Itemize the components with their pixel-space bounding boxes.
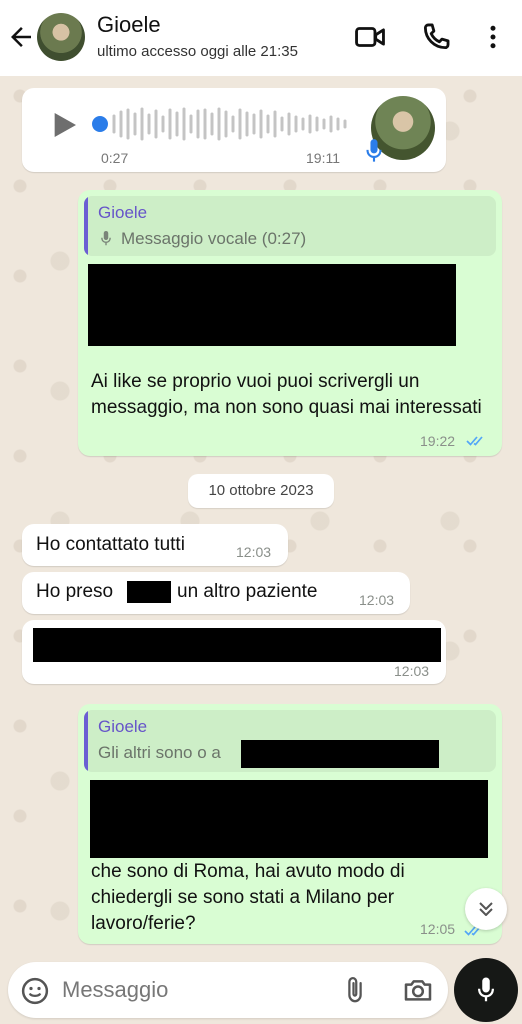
- attach-icon[interactable]: [340, 974, 370, 1006]
- date-separator: 10 ottobre 2023: [188, 474, 334, 508]
- mic-icon: [478, 977, 494, 1002]
- message-text: un altro paziente: [177, 581, 318, 602]
- double-chevron-down-icon: [479, 902, 493, 916]
- redacted-block: [127, 581, 171, 603]
- redacted-block: [88, 264, 456, 346]
- message-time: 12:03: [359, 592, 395, 608]
- contact-name[interactable]: Gioele: [97, 12, 161, 38]
- last-seen-status: ultimo accesso oggi alle 21:35: [97, 43, 298, 60]
- chat-header: Gioele ultimo accesso oggi alle 21:35: [0, 0, 522, 76]
- message-text: Ho preso: [36, 581, 114, 602]
- voice-duration: 0:27: [101, 150, 129, 166]
- quote-text: Messaggio vocale (0:27): [121, 229, 307, 248]
- message-time: 12:03: [236, 544, 272, 560]
- quote-author: Gioele: [98, 203, 148, 222]
- quote-text: Gli altri sono o a: [98, 743, 221, 762]
- playback-position-dot[interactable]: [92, 116, 108, 132]
- quote-author: Gioele: [98, 717, 148, 736]
- more-vert-icon[interactable]: [478, 20, 508, 54]
- emoji-icon[interactable]: [20, 976, 50, 1006]
- message-input[interactable]: [62, 974, 332, 1006]
- videocam-icon[interactable]: [353, 20, 387, 54]
- play-icon[interactable]: [48, 108, 80, 142]
- quote-accent-bar: [84, 196, 88, 256]
- camera-icon[interactable]: [402, 974, 434, 1006]
- mic-icon: [366, 139, 382, 162]
- mic-icon: [101, 231, 111, 246]
- voice-waveform[interactable]: [112, 104, 348, 144]
- redacted-block: [90, 780, 488, 858]
- message-text: Ho contattato tutti: [36, 534, 185, 555]
- scroll-to-bottom-button[interactable]: [465, 888, 507, 930]
- read-receipt-icon: [466, 436, 483, 446]
- redacted-block: [33, 628, 441, 662]
- phone-icon[interactable]: [419, 20, 453, 54]
- message-time: 12:05: [420, 921, 456, 937]
- arrow-back-icon[interactable]: [6, 22, 36, 52]
- voice-record-button[interactable]: [454, 958, 518, 1022]
- redacted-block: [241, 740, 439, 768]
- message-time: 19:22: [420, 433, 456, 449]
- message-time: 12:03: [394, 663, 430, 679]
- contact-avatar[interactable]: [37, 13, 85, 61]
- quote-accent-bar: [84, 710, 88, 772]
- message-text: Ai like se proprio vuoi puoi scrivergli …: [91, 371, 482, 418]
- message-time: 19:11: [306, 150, 340, 166]
